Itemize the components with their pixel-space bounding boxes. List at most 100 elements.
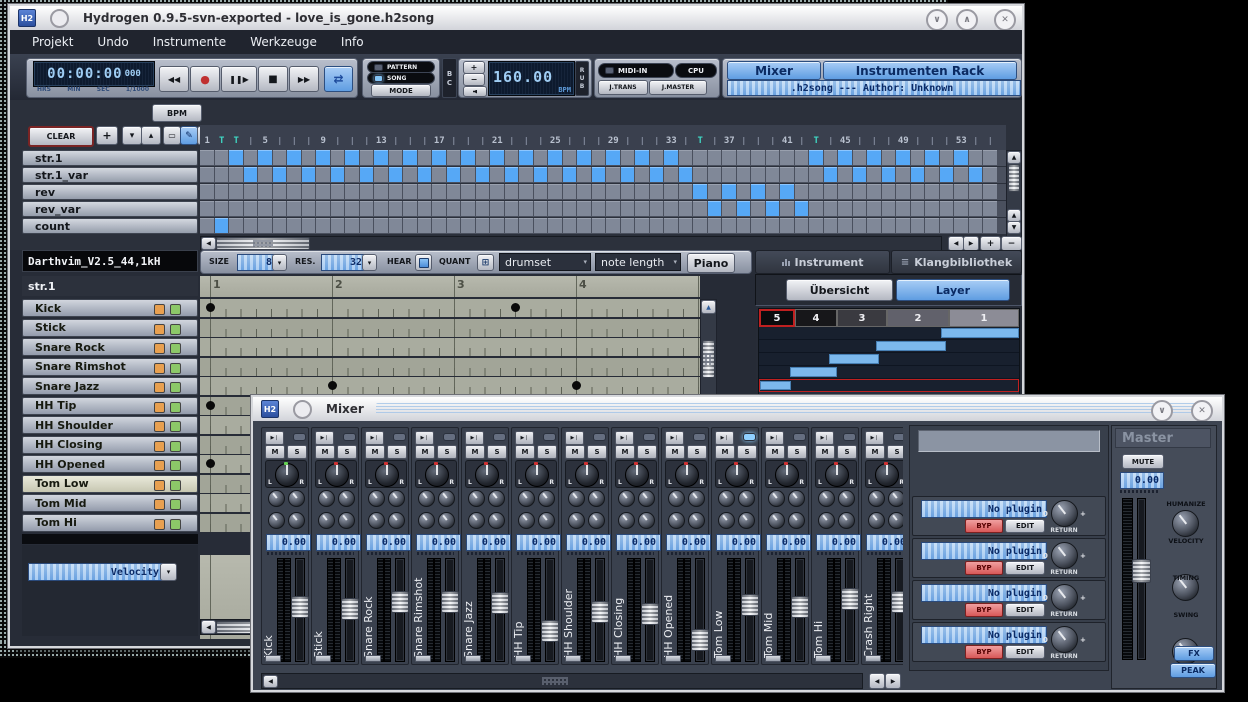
song-cell[interactable] (925, 184, 939, 199)
fx-send-knob-3[interactable] (868, 512, 885, 529)
fx-send-knob-2[interactable] (638, 490, 655, 507)
timeline-cell[interactable]: 21 (490, 129, 505, 150)
song-cell[interactable] (983, 201, 997, 216)
song-cell[interactable] (476, 150, 490, 165)
channel-fader-handle[interactable] (891, 591, 903, 613)
song-cell[interactable] (447, 167, 461, 182)
song-cell[interactable] (635, 201, 649, 216)
song-cell[interactable] (838, 218, 852, 233)
song-cell[interactable] (200, 218, 214, 233)
song-cell[interactable] (635, 150, 649, 165)
song-cell[interactable] (447, 150, 461, 165)
bpm-decrease-button[interactable]: − (463, 73, 485, 86)
timeline-cell[interactable]: | (650, 128, 665, 150)
song-cell[interactable] (882, 201, 896, 216)
song-cell[interactable] (505, 167, 519, 182)
song-cell[interactable] (302, 167, 316, 182)
pan-knob[interactable] (575, 463, 599, 487)
channel-play-button[interactable]: ▶❘ (315, 431, 334, 445)
song-cell[interactable] (708, 167, 722, 182)
song-cell[interactable] (954, 218, 968, 233)
song-cell[interactable] (577, 167, 591, 182)
channel-play-button[interactable]: ▶❘ (865, 431, 884, 445)
metronome-button[interactable] (463, 86, 487, 97)
song-cell[interactable] (838, 184, 852, 199)
channel-fader-handle[interactable] (341, 598, 359, 620)
instrument-row-Tom Mid[interactable]: Tom Mid (22, 494, 198, 512)
channel-play-button[interactable]: ▶❘ (715, 431, 734, 445)
song-cell[interactable] (722, 218, 736, 233)
song-cell[interactable] (954, 167, 968, 182)
song-cell[interactable] (302, 218, 316, 233)
song-cell[interactable] (824, 150, 838, 165)
song-cell[interactable] (592, 167, 606, 182)
pan-knob[interactable] (425, 463, 449, 487)
song-cell[interactable] (534, 218, 548, 233)
song-cell[interactable] (432, 201, 446, 216)
song-cell[interactable] (592, 218, 606, 233)
song-cell[interactable] (374, 218, 388, 233)
channel-mute-button[interactable]: M (815, 445, 835, 459)
song-cell[interactable] (635, 167, 649, 182)
song-cell[interactable] (273, 201, 287, 216)
channel-play-button[interactable]: ▶❘ (565, 431, 584, 445)
channel-mute-button[interactable]: M (715, 445, 735, 459)
song-cell[interactable] (432, 184, 446, 199)
fx-edit-button[interactable]: EDIT (1005, 519, 1045, 533)
tab-layer[interactable]: Layer (896, 279, 1010, 301)
song-cell[interactable] (664, 201, 678, 216)
song-cell[interactable] (505, 150, 519, 165)
song-cell[interactable] (896, 218, 910, 233)
song-cell[interactable] (418, 201, 432, 216)
song-cell[interactable] (345, 201, 359, 216)
song-cell[interactable] (345, 184, 359, 199)
song-cell[interactable] (519, 150, 533, 165)
channel-solo-button[interactable]: S (287, 445, 307, 459)
song-cell[interactable] (345, 167, 359, 182)
note-dot[interactable] (206, 459, 215, 468)
song-cell[interactable] (345, 150, 359, 165)
song-cell[interactable] (461, 167, 475, 182)
channel-fader-handle[interactable] (791, 596, 809, 618)
timeline-cell[interactable]: | (679, 128, 694, 150)
fx-send-knob-2[interactable] (588, 490, 605, 507)
fx-send-knob-4[interactable] (388, 512, 405, 529)
show-peaks-button[interactable]: PEAK (1170, 663, 1216, 678)
song-cell[interactable] (853, 184, 867, 199)
timeline-cell[interactable]: 29 (606, 129, 621, 150)
song-cell[interactable] (432, 167, 446, 182)
show-fx-panel-button[interactable]: FX (1174, 646, 1214, 661)
song-cell[interactable] (606, 218, 620, 233)
song-cell[interactable] (476, 184, 490, 199)
song-cell[interactable] (882, 167, 896, 182)
timeline-cell[interactable]: 17 (432, 129, 447, 150)
channel-pan-control[interactable]: LR (715, 460, 757, 488)
fx-send-knob-3[interactable] (368, 512, 385, 529)
fx-edit-button[interactable]: EDIT (1005, 645, 1045, 659)
fx-send-knob-4[interactable] (288, 512, 305, 529)
song-cell[interactable] (693, 167, 707, 182)
song-cell[interactable] (650, 218, 664, 233)
song-cell[interactable] (418, 167, 432, 182)
song-cell[interactable] (316, 184, 330, 199)
pattern-grid-row-Kick[interactable] (200, 299, 700, 317)
note-dot[interactable] (511, 303, 520, 312)
song-cell[interactable] (229, 167, 243, 182)
pattern-name-str.1_var[interactable]: str.1_var (22, 167, 198, 183)
song-cell[interactable] (316, 167, 330, 182)
song-cell[interactable] (360, 218, 374, 233)
song-cell[interactable] (490, 150, 504, 165)
song-cell[interactable] (867, 150, 881, 165)
song-cell[interactable] (780, 184, 794, 199)
song-cell[interactable] (664, 167, 678, 182)
restore-button[interactable]: ∧ (956, 9, 978, 31)
timeline-cell[interactable]: | (635, 128, 650, 150)
fx-send-knob-2[interactable] (888, 490, 903, 507)
channel-fader[interactable] (545, 558, 555, 662)
song-horizontal-scrollbar[interactable]: ◀ (200, 236, 942, 251)
song-cell[interactable] (577, 218, 591, 233)
pattern-name-count[interactable]: count (22, 218, 198, 234)
song-cell[interactable] (751, 184, 765, 199)
song-cell[interactable] (273, 184, 287, 199)
channel-pan-control[interactable]: LR (565, 460, 607, 488)
